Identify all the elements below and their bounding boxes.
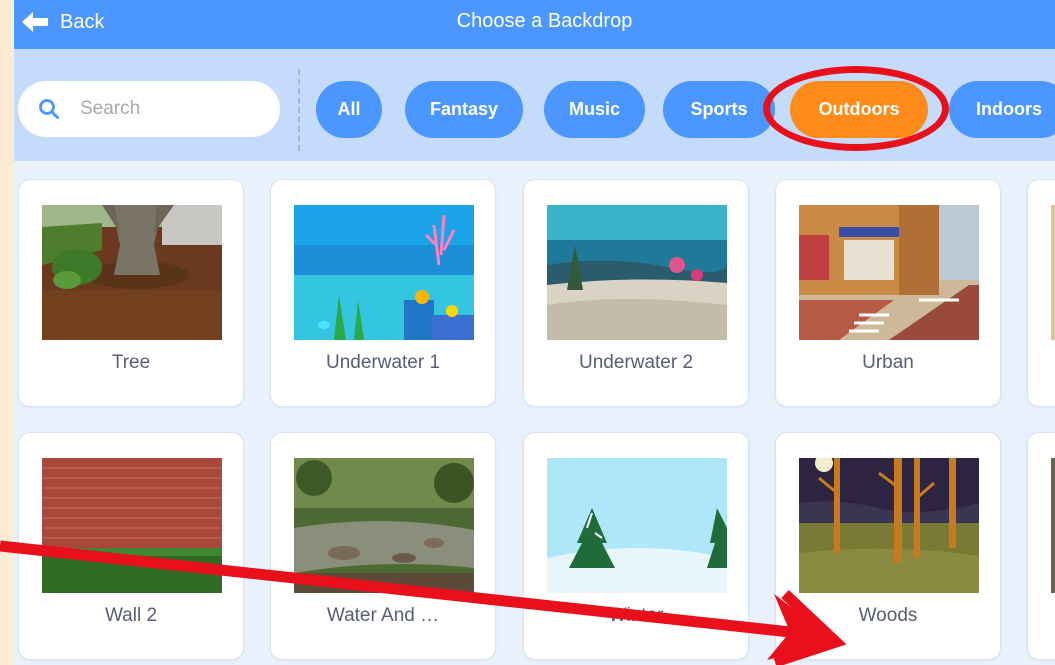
header-bar: Back Choose a Backdrop <box>14 0 1055 49</box>
search-box[interactable] <box>18 81 280 137</box>
search-icon <box>39 99 59 119</box>
tag-sports[interactable]: Sports <box>663 81 775 138</box>
underwater-2-thumbnail <box>547 205 727 340</box>
filter-divider <box>298 69 300 151</box>
page-title-text: Choose a Backdrop <box>456 10 633 32</box>
backdrop-name: Underwater 2 <box>578 352 694 373</box>
wall-2-thumbnail <box>42 458 222 593</box>
backdrop-card-partial-2[interactable] <box>1027 432 1055 660</box>
backdrop-card-underwater-1[interactable]: Underwater 1 <box>270 179 496 407</box>
tree-thumbnail <box>42 205 222 340</box>
urban-thumbnail <box>799 205 979 340</box>
backdrop-card-woods[interactable]: Woods <box>775 432 1001 660</box>
backdrop-name: Urban <box>862 352 914 373</box>
highlight-circle <box>763 66 949 151</box>
tag-indoors[interactable]: Indoors <box>949 81 1055 138</box>
search-input[interactable] <box>78 97 252 121</box>
backdrop-name: Tree <box>111 352 151 373</box>
backdrop-name: Water And … <box>326 605 440 626</box>
tag-music[interactable]: Music <box>544 81 645 138</box>
backdrop-card-underwater-2[interactable]: Underwater 2 <box>523 179 749 407</box>
backdrop-card-water-and[interactable]: Water And … <box>270 432 496 660</box>
backdrop-card-winter[interactable]: Winter <box>523 432 749 660</box>
backdrop-name: Winter <box>608 605 664 626</box>
backdrop-name: Underwater 1 <box>325 352 441 373</box>
backdrop-card-partial[interactable] <box>1027 179 1055 407</box>
underwater-1-thumbnail <box>294 205 474 340</box>
backdrop-name: Wall 2 <box>104 605 158 626</box>
winter-thumbnail <box>547 458 727 593</box>
page-title: Choose a Backdrop <box>14 10 1055 33</box>
woods-thumbnail <box>799 458 979 593</box>
backdrop-card-wall-2[interactable]: Wall 2 <box>18 432 244 660</box>
tag-all[interactable]: All <box>316 81 382 138</box>
backdrop-library: Back Choose a Backdrop All Fantasy Music… <box>14 0 1055 665</box>
backdrop-card-urban[interactable]: Urban <box>775 179 1001 407</box>
backdrop-name: Woods <box>858 605 918 626</box>
partial-2-thumbnail <box>1051 458 1055 593</box>
water-and-thumbnail <box>294 458 474 593</box>
backdrop-card-tree[interactable]: Tree <box>18 179 244 407</box>
partial-thumbnail <box>1051 205 1055 340</box>
tag-fantasy[interactable]: Fantasy <box>405 81 523 138</box>
